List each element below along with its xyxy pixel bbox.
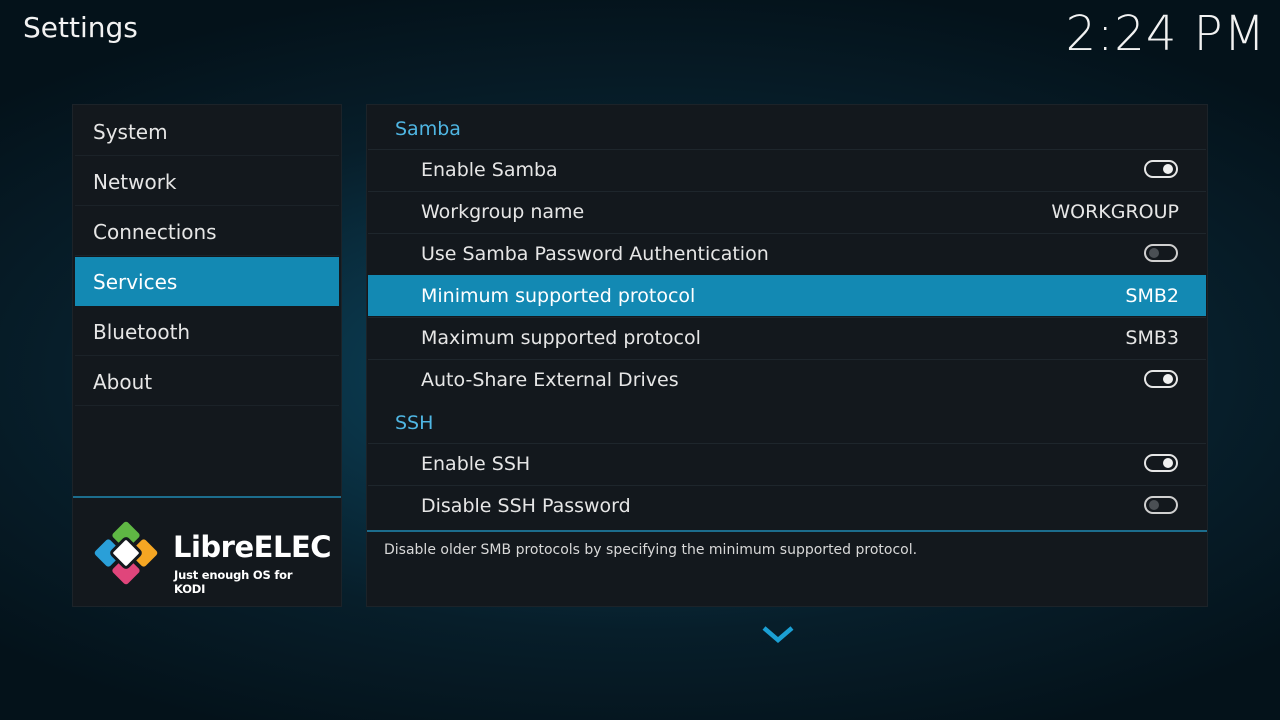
logo-tagline: Just enough OS for KODI [174, 568, 293, 596]
sidebar-item-network[interactable]: Network [75, 157, 339, 206]
logo-name: LibreELEC [173, 530, 332, 564]
clock: 2:24 PM [1065, 6, 1266, 62]
services-settings-panel: Samba Enable Samba Workgroup name WORKGR… [367, 105, 1207, 606]
sidebar-item-bluetooth[interactable]: Bluetooth [75, 307, 339, 356]
librelec-logo: LibreELEC Just enough OS for KODI [93, 520, 332, 596]
sidebar-item-system[interactable]: System [75, 107, 339, 156]
group-header-ssh: SSH [395, 412, 434, 434]
setting-value: SMB3 [1125, 327, 1179, 349]
page-title: Settings [23, 11, 138, 44]
description-divider [367, 530, 1207, 532]
setting-label: Workgroup name [421, 201, 585, 223]
setting-maximum-protocol[interactable]: Maximum supported protocol SMB3 [368, 317, 1206, 358]
sidebar-divider [73, 496, 341, 498]
settings-sidebar: System Network Connections Services Blue… [73, 105, 341, 606]
setting-value: WORKGROUP [1051, 201, 1179, 223]
librelec-logo-icon [94, 521, 158, 585]
setting-label: Enable SSH [421, 453, 531, 475]
toggle-off-icon[interactable] [1144, 244, 1178, 262]
sidebar-item-connections[interactable]: Connections [75, 207, 339, 256]
setting-samba-password-auth[interactable]: Use Samba Password Authentication [368, 233, 1206, 274]
sidebar-item-services[interactable]: Services [75, 257, 339, 306]
setting-label: Auto-Share External Drives [421, 369, 679, 391]
setting-label: Use Samba Password Authentication [421, 243, 769, 265]
setting-disable-ssh-password[interactable]: Disable SSH Password [368, 485, 1206, 526]
setting-auto-share-drives[interactable]: Auto-Share External Drives [368, 359, 1206, 400]
setting-enable-ssh[interactable]: Enable SSH [368, 443, 1206, 484]
setting-label: Disable SSH Password [421, 495, 631, 517]
toggle-off-icon[interactable] [1144, 496, 1178, 514]
setting-label: Minimum supported protocol [421, 285, 696, 307]
toggle-on-icon[interactable] [1144, 370, 1178, 388]
setting-workgroup-name[interactable]: Workgroup name WORKGROUP [368, 191, 1206, 232]
setting-label: Maximum supported protocol [421, 327, 701, 349]
setting-label: Enable Samba [421, 159, 558, 181]
sidebar-item-about[interactable]: About [75, 357, 339, 406]
setting-description: Disable older SMB protocols by specifyin… [384, 542, 918, 558]
chevron-down-icon[interactable] [762, 624, 794, 644]
toggle-on-icon[interactable] [1144, 160, 1178, 178]
setting-value: SMB2 [1125, 285, 1179, 307]
setting-minimum-protocol[interactable]: Minimum supported protocol SMB2 [368, 275, 1206, 316]
setting-enable-samba[interactable]: Enable Samba [368, 149, 1206, 190]
toggle-on-icon[interactable] [1144, 454, 1178, 472]
group-header-samba: Samba [395, 118, 461, 140]
